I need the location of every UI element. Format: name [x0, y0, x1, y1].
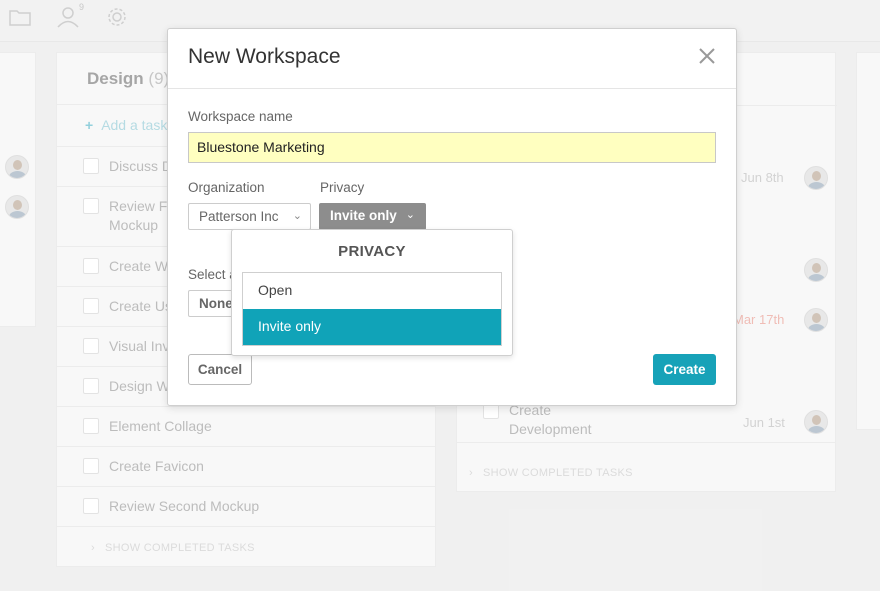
chevron-down-icon: ⌄ — [292, 210, 302, 222]
divider — [168, 88, 736, 89]
workspace-name-label: Workspace name — [188, 109, 293, 124]
organization-value: Patterson Inc — [199, 209, 279, 224]
privacy-dropdown-menu: PRIVACY Open Invite only — [231, 229, 513, 356]
privacy-value: Invite only — [330, 208, 397, 223]
privacy-label: Privacy — [320, 180, 365, 195]
modal-title: New Workspace — [188, 45, 341, 68]
workspace-name-input[interactable]: Bluestone Marketing — [188, 132, 716, 163]
privacy-dropdown-button[interactable]: Invite only ⌄ — [319, 203, 426, 230]
organization-label: Organization — [188, 180, 265, 195]
organization-select[interactable]: Patterson Inc ⌄ — [188, 203, 311, 230]
dropdown-title: PRIVACY — [338, 243, 406, 260]
option-list: Open Invite only — [242, 272, 502, 346]
privacy-option-invite-only[interactable]: Invite only — [243, 309, 501, 345]
create-button[interactable]: Create — [653, 354, 716, 385]
chevron-down-icon: ⌄ — [405, 209, 415, 221]
close-icon[interactable] — [698, 47, 716, 65]
select-label: Select a — [188, 267, 237, 282]
privacy-option-open[interactable]: Open — [243, 273, 501, 309]
cancel-button[interactable]: Cancel — [188, 354, 252, 385]
